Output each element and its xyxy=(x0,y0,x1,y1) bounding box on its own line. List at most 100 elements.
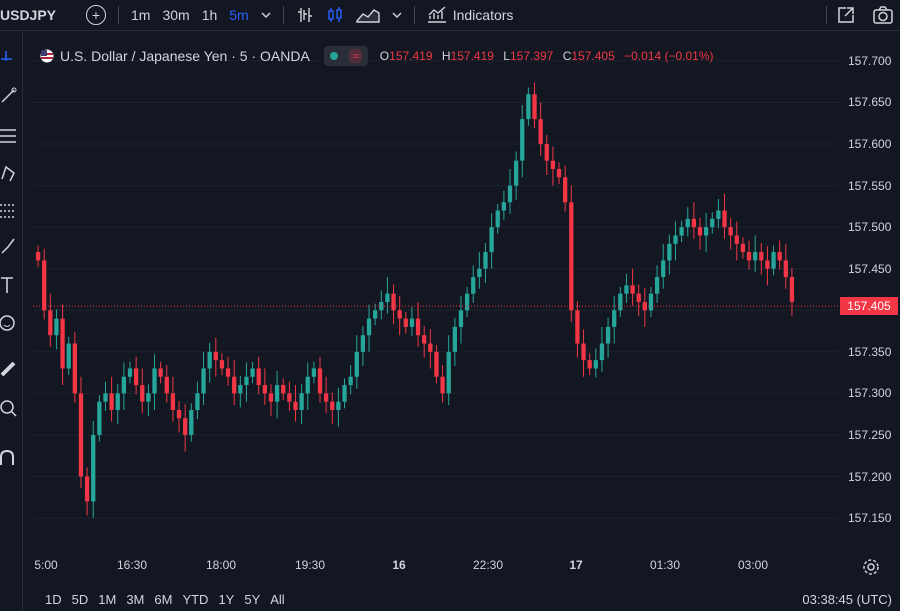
candle-body xyxy=(765,260,770,269)
symbol-label[interactable]: USDJPY xyxy=(0,7,60,23)
area-style-button[interactable] xyxy=(350,0,386,30)
range-button-6m[interactable]: 6M xyxy=(149,592,177,607)
utc-clock[interactable]: 03:38:45 (UTC) xyxy=(802,592,892,607)
candle-body xyxy=(691,218,697,228)
text-icon[interactable] xyxy=(0,275,20,295)
trend-line-icon[interactable] xyxy=(0,86,20,106)
candle-body xyxy=(728,227,733,236)
market-status-pill[interactable]: ≈ xyxy=(323,46,368,66)
candle-body xyxy=(710,218,715,228)
indicators-label: Indicators xyxy=(452,7,514,23)
time-tick-label: 01:30 xyxy=(649,558,681,572)
crosshair-icon[interactable] xyxy=(0,49,20,69)
candle-body xyxy=(103,393,108,402)
fib-icon[interactable] xyxy=(0,201,20,221)
candle-body xyxy=(281,385,286,394)
interval-30m-button[interactable]: 30m xyxy=(156,0,195,30)
candle-body xyxy=(146,393,151,402)
candle-body xyxy=(771,252,776,269)
candle-body xyxy=(342,385,347,402)
candle-body xyxy=(330,401,335,411)
candle-body xyxy=(667,243,672,261)
candle-body xyxy=(538,119,543,145)
candle-body xyxy=(219,360,225,369)
us-flag-icon xyxy=(40,49,54,63)
candle-body xyxy=(293,401,298,411)
candle-body xyxy=(66,343,71,369)
ruler-icon[interactable] xyxy=(0,359,20,379)
candle-body xyxy=(225,368,231,377)
candlestick-chart[interactable] xyxy=(33,36,839,543)
candle-body xyxy=(605,326,611,344)
candle-body xyxy=(158,368,163,377)
open-value: 157.419 xyxy=(389,49,433,63)
candle-body xyxy=(391,293,396,311)
magnet-icon[interactable] xyxy=(0,449,20,469)
candle-body xyxy=(366,318,372,336)
candle-body xyxy=(483,252,488,269)
settings-gear-icon[interactable] xyxy=(862,558,880,576)
emoji-icon[interactable] xyxy=(0,313,20,333)
candle-body xyxy=(323,393,329,402)
range-button-1m[interactable]: 1M xyxy=(93,592,121,607)
candle-body xyxy=(232,376,237,394)
candle-body xyxy=(740,243,746,253)
toolbar-divider xyxy=(282,6,284,24)
candle-body xyxy=(140,385,145,402)
candle-body xyxy=(244,376,249,386)
pattern-icon[interactable] xyxy=(0,163,20,183)
candle-body xyxy=(78,393,84,477)
brush-icon[interactable] xyxy=(0,237,20,257)
candle-body xyxy=(556,168,562,178)
fullscreen-button[interactable] xyxy=(830,0,862,30)
candle-body xyxy=(513,160,519,186)
zoom-icon[interactable] xyxy=(0,399,20,419)
candle-body xyxy=(84,476,90,502)
candle-style-button[interactable] xyxy=(320,0,350,30)
price-axis[interactable]: 157.700 157.650 157.600 157.550 157.500 157.4… xyxy=(840,36,900,556)
price-tick-label: 157.550 xyxy=(848,178,892,193)
toolbar-divider xyxy=(118,6,119,24)
interval-1m-button[interactable]: 1m xyxy=(125,0,156,30)
candle-body xyxy=(673,235,678,244)
candle-body xyxy=(734,235,739,244)
range-button-3m[interactable]: 3M xyxy=(121,592,149,607)
bar-style-button[interactable] xyxy=(290,0,320,30)
range-button-5d[interactable]: 5D xyxy=(67,592,94,607)
range-button-5y[interactable]: 5Y xyxy=(239,592,265,607)
candle-body xyxy=(97,401,102,435)
candle-body xyxy=(201,368,206,394)
time-tick-label: 18:00 xyxy=(205,558,237,572)
indicators-button[interactable]: Indicators xyxy=(421,0,520,30)
range-button-1d[interactable]: 1D xyxy=(40,592,67,607)
interval-5m-button[interactable]: 5m xyxy=(223,0,254,30)
compare-add-button[interactable]: + xyxy=(80,0,112,30)
open-external-icon xyxy=(838,7,854,23)
chart-type-dropdown-button[interactable] xyxy=(386,0,408,30)
range-button-ytd[interactable]: YTD xyxy=(177,592,213,607)
range-button-1y[interactable]: 1Y xyxy=(213,592,239,607)
candle-body xyxy=(189,410,194,435)
snapshot-button[interactable] xyxy=(866,0,900,30)
candle-body xyxy=(440,376,445,394)
candle-body xyxy=(397,310,402,319)
time-axis[interactable]: 5:00 16:30 18:00 19:30 16 22:30 17 01:30 03:00 xyxy=(33,556,839,578)
horizontal-lines-icon[interactable] xyxy=(0,126,20,146)
price-tick-label: 157.700 xyxy=(848,53,892,68)
candle-body xyxy=(250,368,255,377)
candle-body xyxy=(648,293,654,311)
price-tick-label: 157.350 xyxy=(848,344,892,359)
candle-body xyxy=(464,293,470,311)
range-button-all[interactable]: All xyxy=(265,592,289,607)
candle-body xyxy=(336,401,341,411)
candle-body xyxy=(207,351,212,369)
candle-body xyxy=(183,418,188,435)
price-tick-label: 157.250 xyxy=(848,427,892,442)
area-chart-icon xyxy=(356,9,380,23)
candle-body xyxy=(520,119,525,161)
price-tick-label: 157.300 xyxy=(848,386,892,401)
interval-1h-button[interactable]: 1h xyxy=(196,0,224,30)
time-tick-label: 5:00 xyxy=(34,558,58,572)
interval-dropdown-button[interactable] xyxy=(255,0,277,30)
status-dot-icon xyxy=(329,52,338,60)
